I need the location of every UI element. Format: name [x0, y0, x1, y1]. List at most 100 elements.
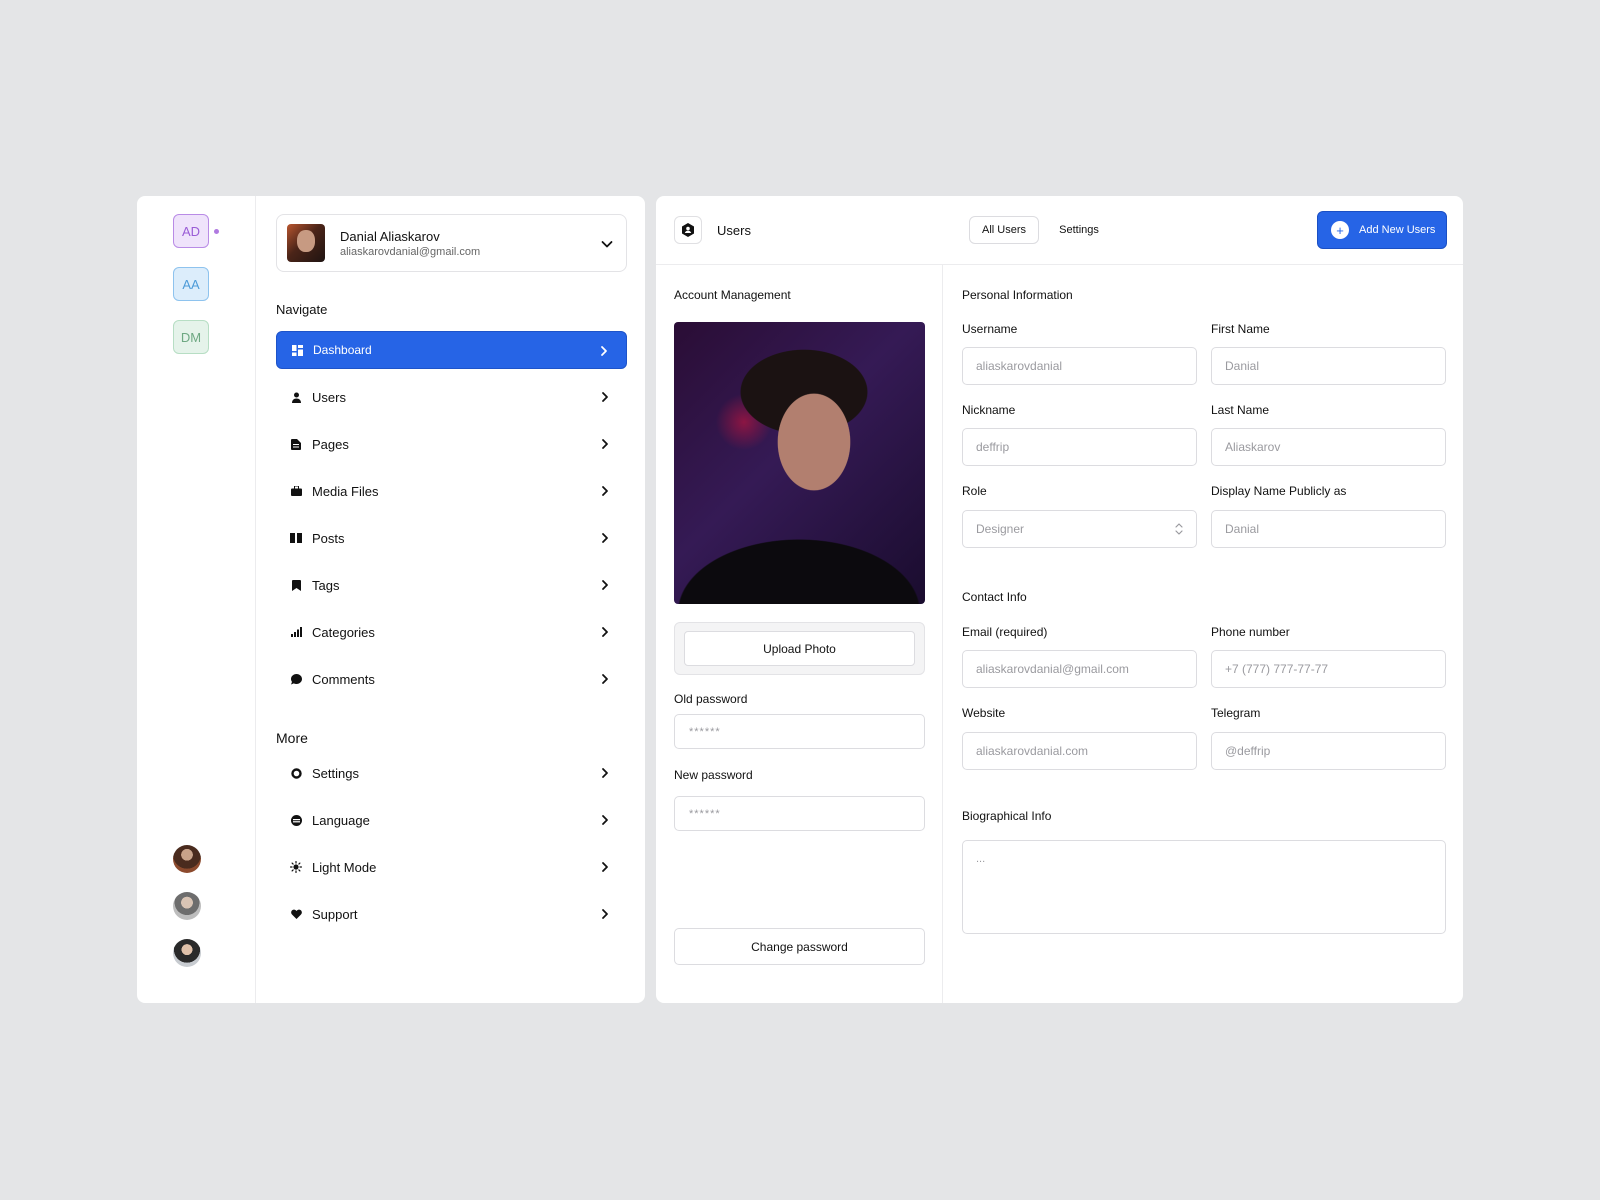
telegram-input[interactable]: @deffrip — [1211, 732, 1446, 770]
nav-item-comments[interactable]: Comments — [276, 660, 627, 698]
last-name-label: Last Name — [1211, 403, 1270, 417]
nav-item-dashboard[interactable]: Dashboard — [276, 331, 627, 369]
bar-chart-icon — [290, 626, 302, 638]
profile-switcher[interactable]: Danial Aliaskarov aliaskarovdanial@gmail… — [276, 214, 627, 272]
display-name-input[interactable]: Danial — [1211, 510, 1446, 548]
workspace-ad[interactable]: AD — [173, 214, 209, 248]
nav-item-label: Language — [312, 812, 370, 828]
personal-information-heading: Personal Information — [962, 288, 1073, 302]
chevron-right-icon — [602, 815, 608, 825]
display-name-label: Display Name Publicly as — [1211, 484, 1347, 498]
profile-email: aliaskarovdanial@gmail.com — [340, 245, 481, 258]
nav-item-label: Tags — [312, 577, 340, 593]
old-password-label: Old password — [674, 692, 748, 706]
users-badge-icon — [674, 216, 702, 244]
role-select[interactable]: Designer — [962, 510, 1197, 548]
plus-icon: + — [1331, 221, 1349, 239]
book-icon — [290, 532, 302, 544]
new-password-field[interactable]: ****** — [674, 796, 925, 831]
chevron-right-icon — [602, 909, 608, 919]
workspace-aa[interactable]: AA — [173, 267, 209, 301]
profile-photo — [674, 322, 925, 604]
globe-icon — [290, 814, 302, 826]
gear-icon — [290, 767, 302, 779]
telegram-label: Telegram — [1211, 706, 1261, 720]
nav-item-light-mode[interactable]: Light Mode — [276, 848, 627, 886]
nav-item-pages[interactable]: Pages — [276, 425, 627, 463]
chevron-right-icon — [602, 533, 608, 543]
chevron-right-icon — [602, 439, 608, 449]
chevron-right-icon — [602, 486, 608, 496]
upload-photo-button[interactable]: Upload Photo — [684, 631, 915, 666]
nav-item-tags[interactable]: Tags — [276, 566, 627, 604]
page-title: Users — [717, 223, 751, 238]
page-icon — [290, 438, 302, 450]
active-workspace-dot — [214, 229, 219, 234]
avatar[interactable] — [173, 845, 201, 873]
briefcase-icon — [290, 485, 302, 497]
nav-item-categories[interactable]: Categories — [276, 613, 627, 651]
chevron-right-icon — [602, 580, 608, 590]
upload-photo-area: Upload Photo — [674, 622, 925, 675]
avatar[interactable] — [173, 939, 201, 967]
navigation-panel: Danial Aliaskarov aliaskarovdanial@gmail… — [276, 214, 627, 942]
nav-item-label: Posts — [312, 530, 345, 546]
nav-item-label: Media Files — [312, 483, 379, 499]
nav-item-label: Support — [312, 906, 358, 922]
nav-item-label: Users — [312, 389, 346, 405]
workspace-rail: AD AA DM — [137, 196, 256, 1003]
nickname-input[interactable]: deffrip — [962, 428, 1197, 466]
new-password-label: New password — [674, 768, 753, 782]
account-management-panel: Account Management Upload Photo Old pass… — [656, 265, 943, 1003]
nav-item-label: Settings — [312, 765, 359, 781]
chevron-right-icon — [601, 346, 607, 356]
sun-icon — [290, 861, 302, 873]
nav-item-media-files[interactable]: Media Files — [276, 472, 627, 510]
old-password-field[interactable]: ****** — [674, 714, 925, 749]
tab-all-users[interactable]: All Users — [969, 216, 1039, 244]
phone-label: Phone number — [1211, 625, 1290, 639]
contact-info-heading: Contact Info — [962, 590, 1027, 604]
nav-item-posts[interactable]: Posts — [276, 519, 627, 557]
tab-settings[interactable]: Settings — [1050, 216, 1108, 244]
personal-information-panel: Personal Information Username aliaskarov… — [944, 265, 1463, 1003]
nav-item-label: Pages — [312, 436, 349, 452]
account-management-heading: Account Management — [674, 288, 791, 302]
add-new-users-button[interactable]: + Add New Users — [1317, 211, 1447, 249]
profile-avatar — [287, 224, 325, 262]
first-name-input[interactable]: Danial — [1211, 347, 1446, 385]
workspace-dm[interactable]: DM — [173, 320, 209, 354]
email-label: Email (required) — [962, 625, 1048, 639]
heart-icon — [290, 908, 302, 920]
chat-bubble-icon — [290, 673, 302, 685]
avatar[interactable] — [173, 892, 201, 920]
phone-input[interactable]: +7 (777) 777-77-77 — [1211, 650, 1446, 688]
email-input[interactable]: aliaskarovdanial@gmail.com — [962, 650, 1197, 688]
nav-item-language[interactable]: Language — [276, 801, 627, 839]
chevron-right-icon — [602, 674, 608, 684]
nav-item-users[interactable]: Users — [276, 378, 627, 416]
bio-textarea[interactable]: ... — [962, 840, 1446, 934]
sidebar-card: AD AA DM Danial Aliaskarov aliaskarovdan… — [137, 196, 645, 1003]
chevron-right-icon — [602, 627, 608, 637]
nav-item-label: Light Mode — [312, 859, 377, 875]
website-input[interactable]: aliaskarovdanial.com — [962, 732, 1197, 770]
last-name-input[interactable]: Aliaskarov — [1211, 428, 1446, 466]
nav-item-support[interactable]: Support — [276, 895, 627, 933]
username-input[interactable]: aliaskarovdanial — [962, 347, 1197, 385]
chevron-right-icon — [602, 862, 608, 872]
users-card: Users All Users Settings + Add New Users… — [656, 196, 1463, 1003]
nav-item-label: Categories — [312, 624, 375, 640]
navigate-heading: Navigate — [276, 302, 328, 317]
chevron-right-icon — [602, 392, 608, 402]
nickname-label: Nickname — [962, 403, 1016, 417]
nav-item-settings[interactable]: Settings — [276, 754, 627, 792]
change-password-button[interactable]: Change password — [674, 928, 925, 965]
chevron-down-icon[interactable] — [600, 237, 614, 251]
select-arrows-icon — [1175, 523, 1183, 535]
nav-item-label: Dashboard — [313, 343, 372, 357]
bookmark-icon — [290, 579, 302, 591]
username-label: Username — [962, 322, 1018, 336]
profile-name: Danial Aliaskarov — [340, 228, 440, 244]
biographical-info-heading: Biographical Info — [962, 809, 1052, 823]
